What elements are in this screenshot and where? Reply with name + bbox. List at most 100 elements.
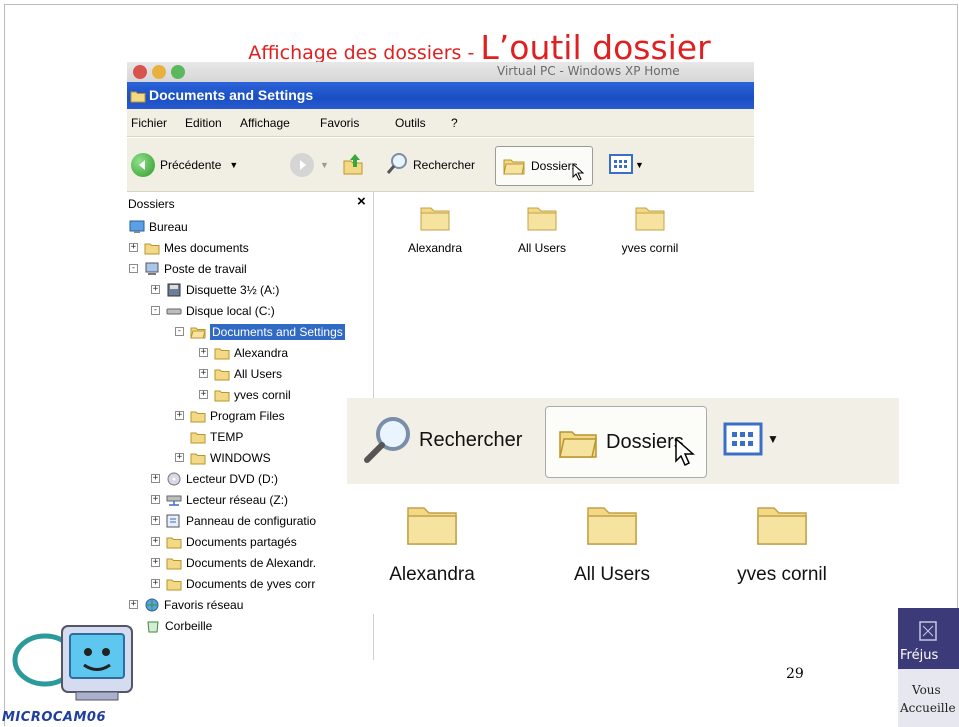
tree-item-documents-and-settings[interactable]: - Documents and Settings (175, 321, 345, 342)
folder-icon (502, 155, 526, 178)
zoom-folder-all-users[interactable]: All Users (537, 498, 687, 586)
tree-item-corbeille[interactable]: Corbeille (145, 615, 212, 636)
search-label: Rechercher (413, 158, 476, 172)
tree-item-disquette[interactable]: + Disquette 3½ (A:) (151, 279, 279, 300)
menu-affichage[interactable]: Affichage (240, 116, 290, 130)
expand-icon[interactable]: + (129, 243, 138, 252)
hard-disk-icon (166, 308, 182, 314)
menu-help[interactable]: ? (451, 116, 458, 130)
folder-item-alexandra[interactable]: Alexandra (395, 202, 475, 255)
tree-item-disque-local[interactable]: - Disque local (C:) (151, 300, 275, 321)
folders-button[interactable]: Dossiers (495, 146, 593, 186)
tree-item-documents-partages[interactable]: + Documents partagés (151, 531, 297, 552)
up-folder-icon (341, 152, 365, 179)
folder-icon (407, 507, 457, 545)
zoom-folder-alexandra[interactable]: Alexandra (357, 498, 507, 586)
zoom-search-button[interactable]: Rechercher (361, 414, 522, 466)
zoom-folders-button[interactable]: Dossiers (545, 406, 707, 478)
zoom-inset: Rechercher Dossiers ▼ Alexandra All User… (347, 398, 899, 614)
network-drive-icon (166, 495, 182, 506)
menu-bar: Fichier Edition Affichage Favoris Outils… (127, 109, 754, 137)
computer-mascot-icon (12, 625, 133, 701)
folders-label: Dossiers (531, 159, 578, 173)
forward-button[interactable]: ▼ (290, 148, 329, 182)
tree-item-mes-documents[interactable]: + Mes documents (129, 237, 249, 258)
frejus-line2: Accueille (900, 701, 956, 715)
chevron-down-icon[interactable]: ▼ (229, 160, 238, 170)
microcam-wordmark: MICROCAM06 (2, 710, 107, 725)
chevron-down-icon[interactable]: ▼ (635, 160, 644, 170)
views-icon (723, 422, 763, 456)
close-icon[interactable]: × (357, 193, 366, 210)
expand-icon[interactable]: + (199, 348, 208, 357)
expand-icon[interactable]: + (151, 579, 160, 588)
expand-icon[interactable]: + (151, 537, 160, 546)
expand-icon[interactable]: + (151, 516, 160, 525)
tree-label: yves cornil (234, 387, 291, 402)
menu-favoris[interactable]: Favoris (320, 116, 359, 130)
tree-item-lecteur-dvd[interactable]: + Lecteur DVD (D:) (151, 468, 278, 489)
menu-edition[interactable]: Edition (185, 116, 222, 130)
expand-icon[interactable]: + (151, 285, 160, 294)
tree-item-alexandra[interactable]: + Alexandra (199, 342, 288, 363)
expand-icon[interactable]: + (175, 453, 184, 462)
tree-item-all-users[interactable]: + All Users (199, 363, 282, 384)
expand-icon[interactable]: + (151, 495, 160, 504)
window-title: Documents and Settings (149, 87, 314, 103)
folder-item-all-users[interactable]: All Users (502, 202, 582, 255)
zoom-folder-label: Alexandra (389, 564, 475, 585)
back-button[interactable]: Précédente ▼ (131, 148, 238, 182)
tree-item-temp[interactable]: TEMP (175, 426, 243, 447)
frejus-city: Fréjus (900, 648, 939, 663)
views-button[interactable]: ▼ (609, 148, 644, 182)
floppy-icon (167, 283, 181, 296)
expand-icon[interactable]: + (151, 558, 160, 567)
tree-item-program-files[interactable]: + Program Files (175, 405, 285, 426)
collapse-icon[interactable]: - (175, 327, 184, 336)
expand-icon[interactable]: + (151, 474, 160, 483)
minimize-light-icon[interactable] (152, 65, 166, 79)
expand-icon[interactable]: + (129, 600, 138, 609)
chevron-down-icon[interactable]: ▼ (767, 432, 779, 446)
zoom-folders-label: Dossiers (606, 430, 684, 453)
microcam-logo: MICROCAM06 (0, 610, 150, 727)
search-button[interactable]: Rechercher (385, 148, 475, 182)
chevron-down-icon[interactable]: ▼ (320, 160, 329, 170)
menu-fichier[interactable]: Fichier (131, 116, 167, 130)
search-icon (385, 152, 409, 179)
expand-icon[interactable]: + (175, 411, 184, 420)
zoom-light-icon[interactable] (171, 65, 185, 79)
tree-label: Bureau (149, 219, 188, 234)
tree-item-panneau-configuration[interactable]: + Panneau de configuratio (151, 510, 316, 531)
tree-item-documents-yves[interactable]: + Documents de yves corr (151, 573, 315, 594)
up-folder-button[interactable] (341, 148, 365, 182)
page-number: 29 (786, 666, 804, 682)
tree-item-documents-alexandra[interactable]: + Documents de Alexandr. (151, 552, 316, 573)
zoom-search-label: Rechercher (419, 428, 523, 451)
folder-icon (420, 207, 450, 231)
expand-icon[interactable]: + (199, 390, 208, 399)
dvd-icon (167, 472, 181, 485)
my-computer-icon (145, 262, 159, 275)
tree-label: TEMP (210, 429, 244, 444)
tree-item-bureau[interactable]: Bureau (129, 216, 188, 237)
collapse-icon[interactable]: - (129, 264, 138, 273)
menu-outils[interactable]: Outils (395, 116, 426, 130)
tree-item-poste-de-travail[interactable]: - Poste de travail (129, 258, 247, 279)
tree-item-yves-cornil[interactable]: + yves cornil (199, 384, 291, 405)
zoom-folder-yves-cornil[interactable]: yves cornil (707, 498, 857, 586)
search-icon (364, 417, 410, 463)
expand-icon[interactable]: + (199, 369, 208, 378)
zoom-views-button[interactable]: ▼ (723, 422, 779, 456)
tree-item-windows[interactable]: + WINDOWS (175, 447, 271, 468)
close-light-icon[interactable] (133, 65, 147, 79)
folder-item-yves-cornil[interactable]: yves cornil (610, 202, 690, 255)
frejus-logo: Fréjus Vous Accueille (898, 608, 959, 727)
collapse-icon[interactable]: - (151, 306, 160, 315)
tree-item-lecteur-reseau[interactable]: + Lecteur réseau (Z:) (151, 489, 288, 510)
tree-label: Lecteur DVD (D:) (186, 471, 279, 486)
folder-icon (144, 243, 160, 254)
folders-pane-header: Dossiers × (127, 192, 374, 214)
host-window-title: Virtual PC - Windows XP Home (497, 64, 680, 78)
back-label: Précédente (160, 158, 222, 172)
